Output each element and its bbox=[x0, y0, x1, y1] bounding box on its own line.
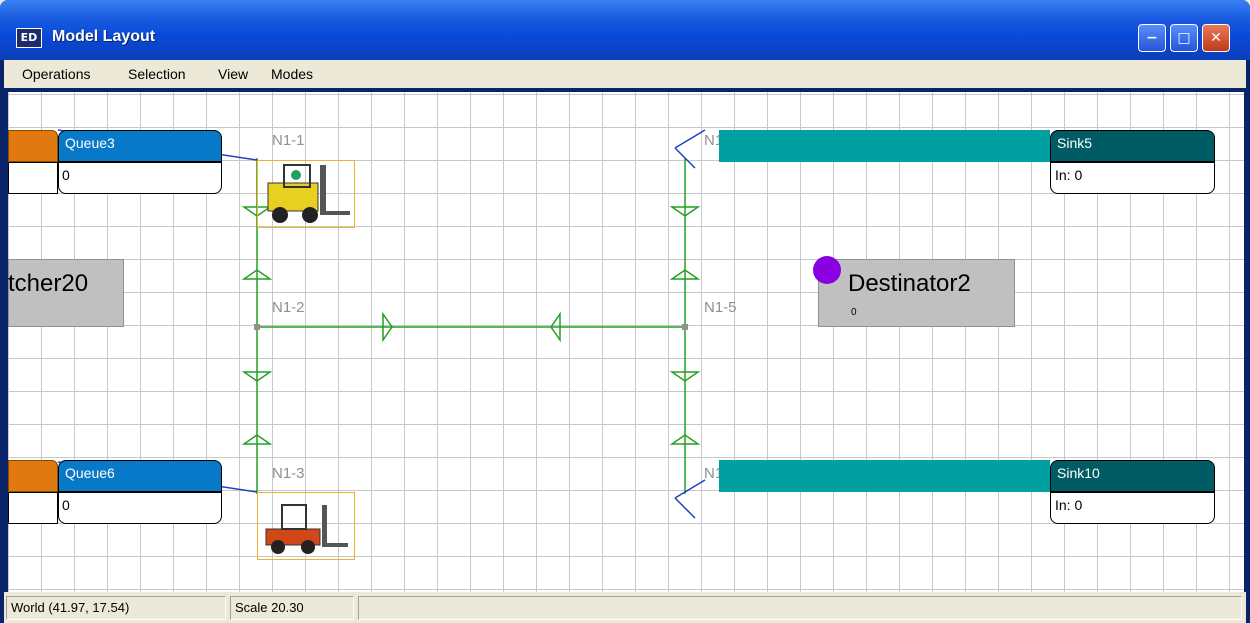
menu-modes[interactable]: Modes bbox=[271, 66, 313, 82]
node-n1-5[interactable]: N1-5 bbox=[704, 299, 737, 316]
sink5-value[interactable]: In: 0 bbox=[1050, 162, 1215, 194]
node-cross bbox=[674, 479, 706, 499]
node-cross bbox=[674, 497, 696, 519]
offscreen-object-top[interactable] bbox=[8, 130, 58, 162]
node-n1-1[interactable]: N1-1 bbox=[272, 132, 305, 149]
menu-selection[interactable]: Selection bbox=[128, 66, 186, 82]
sink5-header[interactable]: Sink5 bbox=[1050, 130, 1215, 162]
app-icon: ED bbox=[16, 28, 42, 48]
forklift-yellow-icon bbox=[267, 164, 350, 223]
queue6-header[interactable]: Queue6 bbox=[58, 460, 222, 492]
dispatcher-label: tcher20 bbox=[8, 270, 89, 297]
menu-operations[interactable]: Operations bbox=[22, 66, 90, 82]
destinator-value: 0 bbox=[851, 307, 857, 318]
close-button[interactable]: ✕ bbox=[1202, 24, 1230, 52]
maximize-button[interactable]: □ bbox=[1170, 24, 1198, 52]
window-title: Model Layout bbox=[52, 28, 156, 45]
queue6-value[interactable]: 0 bbox=[58, 492, 222, 524]
menu-view[interactable]: View bbox=[218, 66, 248, 82]
queue3-header[interactable]: Queue3 bbox=[58, 130, 222, 162]
status-scale: Scale 20.30 bbox=[230, 596, 354, 620]
queue3-value[interactable]: 0 bbox=[58, 162, 222, 194]
node-n1-3[interactable]: N1-3 bbox=[272, 465, 305, 482]
destinator-label: Destinator2 bbox=[848, 270, 971, 297]
conveyor-bottom[interactable] bbox=[719, 460, 1050, 492]
forklift-icon[interactable] bbox=[257, 492, 355, 560]
offscreen-object-bottom-body[interactable] bbox=[8, 492, 58, 524]
network-node-marker bbox=[682, 324, 688, 330]
sink10-value[interactable]: In: 0 bbox=[1050, 492, 1215, 524]
conveyor-top[interactable] bbox=[719, 130, 1050, 162]
model-layout-window: ED Model Layout − □ ✕ Operations Selecti… bbox=[0, 0, 1250, 623]
destinator-dot-icon bbox=[813, 256, 841, 284]
forklift-orange-icon bbox=[265, 504, 348, 554]
offscreen-object-bottom[interactable] bbox=[8, 460, 58, 492]
minimize-button[interactable]: − bbox=[1138, 24, 1166, 52]
status-world-coords: World (41.97, 17.54) bbox=[6, 596, 226, 620]
menu-bar: Operations Selection View Modes bbox=[4, 60, 1246, 88]
offscreen-object-top-body[interactable] bbox=[8, 162, 58, 194]
node-n1-2[interactable]: N1-2 bbox=[272, 299, 305, 316]
status-extra bbox=[358, 596, 1242, 620]
sink10-header[interactable]: Sink10 bbox=[1050, 460, 1215, 492]
node-cross bbox=[674, 129, 706, 149]
forklift-icon[interactable] bbox=[257, 160, 355, 228]
status-bar: World (41.97, 17.54) Scale 20.30 bbox=[4, 592, 1246, 623]
model-canvas[interactable]: Queue3 0 Queue6 0 tcher20 N1-1 N1-2 N1-3… bbox=[8, 92, 1244, 592]
title-bar[interactable]: ED Model Layout − □ ✕ bbox=[0, 0, 1250, 60]
network-node-marker bbox=[254, 324, 260, 330]
